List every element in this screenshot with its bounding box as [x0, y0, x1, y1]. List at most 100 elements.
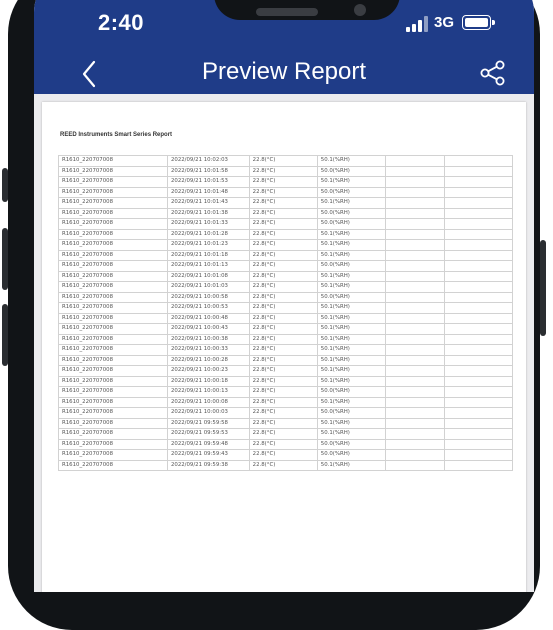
table-cell: 2022/09/21 10:00:48: [166, 312, 250, 324]
volume-down-button: [2, 304, 8, 366]
table-row: R1610_220707008 2022/09/21 10:01:13 22.8(°…: [58, 260, 514, 272]
table-row: R1610_220707008 2022/09/21 10:00:53 22.8(°…: [58, 302, 514, 314]
table-cell: 50.1(%RH): [316, 344, 386, 356]
table-cell: R1610_220707008: [58, 333, 168, 345]
table-cell: 22.8(°C): [248, 291, 318, 303]
table-cell: [443, 165, 514, 177]
page-title: Preview Report: [201, 58, 367, 85]
table-cell: 50.1(%RH): [316, 270, 386, 282]
table-cell: 50.1(%RH): [316, 281, 386, 293]
table-cell: [443, 459, 514, 471]
table-cell: [443, 239, 514, 251]
table-cell: 22.8(°C): [248, 207, 318, 219]
table-row: R1610_220707008 2022/09/21 10:00:28 22.8(°…: [58, 354, 514, 366]
table-cell: 22.8(°C): [248, 323, 318, 335]
table-cell: R1610_220707008: [58, 228, 168, 240]
table-cell: [443, 291, 514, 303]
table-cell: 2022/09/21 10:01:48: [166, 186, 250, 198]
table-cell: 22.8(°C): [248, 428, 318, 440]
table-cell: 22.8(°C): [248, 417, 318, 429]
table-cell: R1610_220707008: [58, 197, 168, 209]
table-cell: 2022/09/21 10:01:58: [166, 165, 250, 177]
table-cell: R1610_220707008: [58, 281, 168, 293]
table-cell: [443, 197, 514, 209]
table-cell: 50.1(%RH): [316, 155, 386, 167]
table-row: R1610_220707008 2022/09/21 09:59:38 22.8(°…: [58, 459, 514, 471]
table-cell: [384, 270, 445, 282]
table-cell: [384, 239, 445, 251]
table-cell: 22.8(°C): [248, 312, 318, 324]
table-cell: 22.8(°C): [248, 186, 318, 198]
table-cell: [443, 438, 514, 450]
table-cell: 2022/09/21 10:01:43: [166, 197, 250, 209]
table-cell: [443, 281, 514, 293]
table-cell: 50.0(%RH): [316, 438, 386, 450]
table-cell: [384, 396, 445, 408]
table-row: R1610_220707008 2022/09/21 10:00:03 22.8(°…: [58, 407, 514, 419]
table-cell: [443, 312, 514, 324]
table-cell: R1610_220707008: [58, 396, 168, 408]
table-cell: 50.1(%RH): [316, 417, 386, 429]
table-row: R1610_220707008 2022/09/21 10:01:38 22.8(°…: [58, 207, 514, 219]
table-cell: R1610_220707008: [58, 186, 168, 198]
table-cell: R1610_220707008: [58, 354, 168, 366]
table-cell: R1610_220707008: [58, 386, 168, 398]
table-cell: 50.1(%RH): [316, 396, 386, 408]
table-cell: 2022/09/21 10:00:38: [166, 333, 250, 345]
table-cell: 2022/09/21 09:59:53: [166, 428, 250, 440]
table-row: R1610_220707008 2022/09/21 10:01:03 22.8(°…: [58, 281, 514, 293]
table-cell: R1610_220707008: [58, 270, 168, 282]
table-cell: 22.8(°C): [248, 344, 318, 356]
table-cell: [443, 228, 514, 240]
table-cell: R1610_220707008: [58, 291, 168, 303]
table-cell: R1610_220707008: [58, 302, 168, 314]
share-icon: [480, 60, 505, 86]
table-cell: 22.8(°C): [248, 270, 318, 282]
table-cell: [443, 333, 514, 345]
table-cell: 2022/09/21 10:01:08: [166, 270, 250, 282]
table-cell: [443, 155, 514, 167]
table-cell: R1610_220707008: [58, 323, 168, 335]
table-row: R1610_220707008 2022/09/21 10:00:38 22.8(°…: [58, 333, 514, 345]
table-cell: [384, 197, 445, 209]
table-row: R1610_220707008 2022/09/21 10:01:08 22.8(°…: [58, 270, 514, 282]
table-cell: [384, 312, 445, 324]
table-cell: 22.8(°C): [248, 302, 318, 314]
table-cell: R1610_220707008: [58, 365, 168, 377]
table-cell: [443, 186, 514, 198]
table-cell: [384, 218, 445, 230]
table-cell: 22.8(°C): [248, 281, 318, 293]
report-viewer[interactable]: REED Instruments Smart Series Report R16…: [34, 94, 534, 592]
table-row: R1610_220707008 2022/09/21 10:01:53 22.8(°…: [58, 176, 514, 188]
table-cell: 2022/09/21 10:01:38: [166, 207, 250, 219]
table-cell: [384, 354, 445, 366]
table-cell: 2022/09/21 10:00:53: [166, 302, 250, 314]
table-cell: 22.8(°C): [248, 176, 318, 188]
table-cell: [443, 344, 514, 356]
table-cell: 22.8(°C): [248, 449, 318, 461]
network-type: 3G: [434, 14, 455, 31]
table-cell: [384, 302, 445, 314]
phone-screen: 2:40 3G Preview Report REED Instruments …: [34, 0, 534, 592]
table-cell: 2022/09/21 09:59:38: [166, 459, 250, 471]
table-cell: 22.8(°C): [248, 239, 318, 251]
table-cell: R1610_220707008: [58, 428, 168, 440]
table-cell: 2022/09/21 09:59:48: [166, 438, 250, 450]
table-cell: 22.8(°C): [248, 260, 318, 272]
table-cell: 2022/09/21 10:01:23: [166, 239, 250, 251]
table-row: R1610_220707008 2022/09/21 10:00:58 22.8(°…: [58, 291, 514, 303]
table-row: R1610_220707008 2022/09/21 09:59:48 22.8(°…: [58, 438, 514, 450]
table-cell: 50.1(%RH): [316, 333, 386, 345]
table-cell: 22.8(°C): [248, 218, 318, 230]
table-cell: [443, 270, 514, 282]
table-cell: 50.1(%RH): [316, 197, 386, 209]
table-cell: [384, 375, 445, 387]
status-time: 2:40: [98, 10, 145, 35]
share-button[interactable]: [478, 58, 508, 88]
table-cell: [443, 396, 514, 408]
table-row: R1610_220707008 2022/09/21 10:00:13 22.8(°…: [58, 386, 514, 398]
report-title: REED Instruments Smart Series Report: [60, 132, 173, 138]
table-row: R1610_220707008 2022/09/21 10:00:23 22.8(°…: [58, 365, 514, 377]
table-cell: [443, 386, 514, 398]
table-cell: R1610_220707008: [58, 344, 168, 356]
